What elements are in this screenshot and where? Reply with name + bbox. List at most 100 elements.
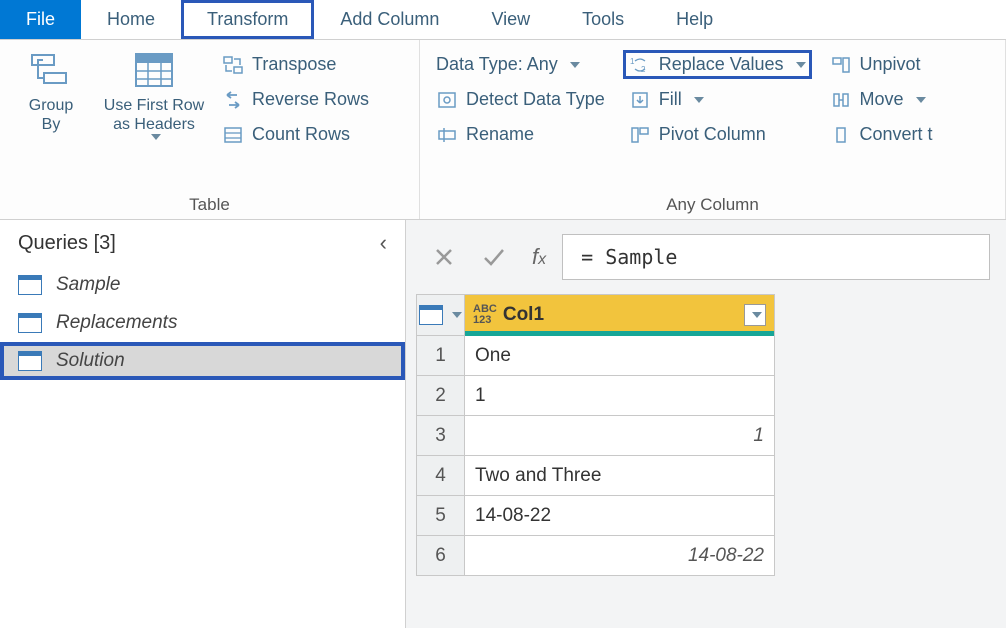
formula-bar: fx: [406, 220, 1006, 294]
ribbon: Group By Use First Row as Headers: [0, 40, 1006, 220]
table-row[interactable]: 3 1: [417, 416, 775, 456]
table-row[interactable]: 2 1: [417, 376, 775, 416]
formula-input[interactable]: [562, 234, 990, 280]
svg-text:1: 1: [630, 57, 635, 66]
row-number: 2: [417, 376, 465, 416]
table-icon: [419, 305, 443, 325]
accept-formula-button[interactable]: [472, 235, 516, 279]
table-icon: [18, 275, 42, 295]
chevron-down-icon: [916, 97, 926, 103]
rename-icon: [436, 125, 458, 145]
fill-label: Fill: [659, 89, 682, 110]
convert-icon: [830, 125, 852, 145]
group-by-button[interactable]: Group By: [8, 46, 94, 138]
pivot-column-button[interactable]: Pivot Column: [623, 120, 812, 149]
unpivot-label: Unpivot: [860, 54, 921, 75]
data-type-label: Data Type: Any: [436, 54, 558, 75]
query-label: Sample: [56, 274, 120, 296]
move-label: Move: [860, 89, 904, 110]
tab-tools[interactable]: Tools: [556, 0, 650, 39]
rename-label: Rename: [466, 124, 534, 145]
tab-file[interactable]: File: [0, 0, 81, 39]
tab-add-column[interactable]: Add Column: [314, 0, 465, 39]
ribbon-group-any-column: Data Type: Any Detect Data Type Rename: [420, 40, 1006, 219]
row-number: 4: [417, 456, 465, 496]
data-grid-wrap: ABC123 Col1 1 One 2 1: [406, 294, 1006, 576]
convert-label: Convert t: [860, 124, 933, 145]
convert-button[interactable]: Convert t: [824, 120, 939, 149]
ribbon-group-table-label: Table: [8, 191, 411, 217]
detect-label: Detect Data Type: [466, 89, 605, 110]
menu-tabs: File Home Transform Add Column View Tool…: [0, 0, 1006, 40]
fill-button[interactable]: Fill: [623, 85, 812, 114]
use-first-row-as-headers-button[interactable]: Use First Row as Headers: [94, 46, 214, 144]
group-by-icon: [29, 50, 73, 90]
column-filter-button[interactable]: [744, 304, 766, 326]
main-area: fx ABC123 Col1: [406, 220, 1006, 628]
tab-view[interactable]: View: [465, 0, 556, 39]
table-row[interactable]: 5 14-08-22: [417, 496, 775, 536]
cell[interactable]: 1: [465, 416, 775, 456]
data-grid: ABC123 Col1 1 One 2 1: [416, 294, 775, 576]
table-icon: [18, 351, 42, 371]
query-item-solution[interactable]: Solution: [0, 342, 405, 380]
query-item-sample[interactable]: Sample: [0, 266, 405, 304]
transpose-label: Transpose: [252, 54, 336, 75]
query-label: Solution: [56, 350, 125, 372]
any-type-icon: ABC123: [473, 304, 497, 326]
count-rows-button[interactable]: Count Rows: [216, 120, 375, 149]
chevron-down-icon: [694, 97, 704, 103]
grid-corner-button[interactable]: [417, 295, 465, 336]
cell[interactable]: 14-08-22: [465, 536, 775, 576]
unpivot-button[interactable]: Unpivot: [824, 50, 939, 79]
check-icon: [482, 246, 506, 268]
replace-values-button[interactable]: 12 Replace Values: [623, 50, 812, 79]
row-number: 1: [417, 336, 465, 376]
cell[interactable]: 14-08-22: [465, 496, 775, 536]
column-quality-bar: [465, 331, 774, 336]
chevron-down-icon: [796, 62, 806, 68]
data-type-button[interactable]: Data Type: Any: [430, 50, 611, 79]
cell[interactable]: 1: [465, 376, 775, 416]
detect-icon: [436, 90, 458, 110]
table-icon: [18, 313, 42, 333]
replace-icon: 12: [629, 55, 651, 75]
queries-title: Queries [3]: [18, 232, 116, 255]
unpivot-icon: [830, 55, 852, 75]
pivot-icon: [629, 125, 651, 145]
queries-header: Queries [3] ‹: [0, 220, 405, 266]
rename-button[interactable]: Rename: [430, 120, 611, 149]
count-rows-label: Count Rows: [252, 124, 350, 145]
body: Queries [3] ‹ Sample Replacements Soluti…: [0, 220, 1006, 628]
tab-help[interactable]: Help: [650, 0, 739, 39]
move-icon: [830, 90, 852, 110]
cell[interactable]: One: [465, 336, 775, 376]
row-number: 6: [417, 536, 465, 576]
tab-transform[interactable]: Transform: [181, 0, 314, 39]
table-row[interactable]: 6 14-08-22: [417, 536, 775, 576]
chevron-down-icon: [752, 312, 762, 318]
fill-icon: [629, 90, 651, 110]
ribbon-group-any-column-label: Any Column: [428, 191, 997, 217]
detect-data-type-button[interactable]: Detect Data Type: [430, 85, 611, 114]
reverse-rows-button[interactable]: Reverse Rows: [216, 85, 375, 114]
query-label: Replacements: [56, 312, 177, 334]
count-icon: [222, 125, 244, 145]
collapse-pane-button[interactable]: ‹: [380, 230, 387, 256]
headers-icon: [132, 50, 176, 90]
transpose-button[interactable]: Transpose: [216, 50, 375, 79]
column-header-col1[interactable]: ABC123 Col1: [465, 295, 775, 336]
row-number: 5: [417, 496, 465, 536]
cell[interactable]: Two and Three: [465, 456, 775, 496]
ribbon-group-table: Group By Use First Row as Headers: [0, 40, 420, 219]
row-number: 3: [417, 416, 465, 456]
query-item-replacements[interactable]: Replacements: [0, 304, 405, 342]
move-button[interactable]: Move: [824, 85, 939, 114]
table-row[interactable]: 4 Two and Three: [417, 456, 775, 496]
table-row[interactable]: 1 One: [417, 336, 775, 376]
reverse-icon: [222, 90, 244, 110]
cancel-formula-button[interactable]: [422, 235, 466, 279]
tab-home[interactable]: Home: [81, 0, 181, 39]
chevron-down-icon: [151, 134, 161, 140]
chevron-down-icon: [570, 62, 580, 68]
